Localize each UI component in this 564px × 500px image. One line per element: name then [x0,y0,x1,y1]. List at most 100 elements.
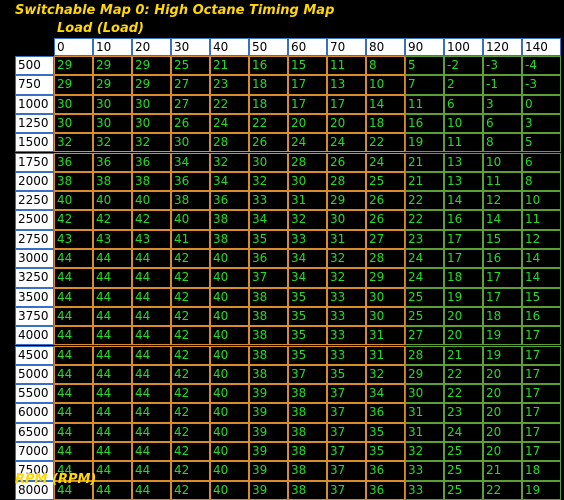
timing-cell[interactable]: 19 [483,326,522,346]
timing-cell[interactable]: 44 [54,345,93,365]
timing-cell[interactable]: 29 [54,75,93,95]
timing-cell[interactable]: 23 [405,229,444,249]
timing-cell[interactable]: 44 [132,422,171,442]
timing-cell[interactable]: 16 [249,56,288,76]
timing-cell[interactable]: 37 [327,461,366,481]
timing-cell[interactable]: 37 [327,422,366,442]
timing-cell[interactable]: 32 [132,133,171,153]
timing-cell[interactable]: 33 [288,229,327,249]
timing-cell[interactable]: 38 [210,210,249,230]
timing-cell[interactable]: 39 [249,403,288,423]
timing-cell[interactable]: 18 [366,113,405,134]
timing-cell[interactable]: 25 [444,442,483,462]
timing-cell[interactable]: 38 [54,171,93,192]
timing-cell[interactable]: 22 [210,94,249,114]
timing-cell[interactable]: 44 [132,461,171,481]
timing-cell[interactable]: 42 [171,306,210,327]
timing-cell[interactable]: 36 [366,403,405,423]
timing-cell[interactable]: 14 [522,249,561,269]
timing-cell[interactable]: 12 [483,191,522,211]
timing-cell[interactable]: 38 [288,480,327,500]
timing-cell[interactable]: 28 [366,249,405,269]
timing-cell[interactable]: 44 [132,326,171,346]
timing-cell[interactable]: 32 [405,442,444,462]
timing-cell[interactable]: 44 [54,249,93,269]
timing-cell[interactable]: 44 [93,384,132,404]
timing-cell[interactable]: 11 [483,171,522,192]
timing-cell[interactable]: 21 [444,345,483,365]
timing-cell[interactable]: 32 [54,133,93,153]
timing-cell[interactable]: 35 [288,326,327,346]
timing-cell[interactable]: 34 [171,152,210,172]
timing-cell[interactable]: 19 [405,133,444,153]
timing-cell[interactable]: 15 [522,287,561,307]
timing-cell[interactable]: 30 [288,171,327,192]
timing-cell[interactable]: 42 [93,210,132,230]
timing-cell[interactable]: 41 [171,229,210,249]
timing-cell[interactable]: 44 [93,306,132,327]
timing-cell[interactable]: 24 [327,133,366,153]
timing-cell[interactable]: 18 [249,75,288,95]
timing-cell[interactable]: 30 [132,94,171,114]
timing-cell[interactable]: 44 [132,306,171,327]
timing-cell[interactable]: 44 [54,403,93,423]
timing-cell[interactable]: 20 [483,442,522,462]
timing-cell[interactable]: 17 [288,75,327,95]
timing-cell[interactable]: 17 [522,326,561,346]
timing-cell[interactable]: 33 [327,326,366,346]
timing-cell[interactable]: 33 [249,191,288,211]
timing-cell[interactable]: 26 [171,113,210,134]
timing-cell[interactable]: 33 [327,345,366,365]
timing-cell[interactable]: 14 [366,94,405,114]
timing-cell[interactable]: 40 [132,191,171,211]
timing-cell[interactable]: 39 [249,384,288,404]
timing-cell[interactable]: 30 [132,113,171,134]
timing-cell[interactable]: 42 [132,210,171,230]
timing-cell[interactable]: 40 [210,249,249,269]
timing-cell[interactable]: 42 [171,345,210,365]
timing-cell[interactable]: 44 [93,480,132,500]
timing-cell[interactable]: 22 [405,191,444,211]
timing-cell[interactable]: 42 [171,249,210,269]
timing-cell[interactable]: 17 [522,345,561,365]
timing-cell[interactable]: 3 [483,94,522,114]
timing-cell[interactable]: 36 [54,152,93,172]
timing-cell[interactable]: 44 [93,442,132,462]
timing-cell[interactable]: 40 [210,403,249,423]
timing-cell[interactable]: 44 [54,326,93,346]
timing-cell[interactable]: 44 [54,306,93,327]
timing-cell[interactable]: 44 [93,249,132,269]
timing-cell[interactable]: 6 [522,152,561,172]
timing-cell[interactable]: 44 [93,326,132,346]
timing-cell[interactable]: 44 [93,364,132,385]
timing-cell[interactable]: 17 [444,229,483,249]
timing-cell[interactable]: 35 [249,229,288,249]
timing-cell[interactable]: 20 [483,384,522,404]
timing-cell[interactable]: 29 [327,191,366,211]
timing-cell[interactable]: 38 [288,422,327,442]
timing-cell[interactable]: 10 [483,152,522,172]
timing-cell[interactable]: 32 [327,268,366,288]
timing-cell[interactable]: 28 [405,345,444,365]
timing-cell[interactable]: 32 [288,210,327,230]
timing-cell[interactable]: 39 [249,442,288,462]
timing-cell[interactable]: 17 [522,384,561,404]
timing-cell[interactable]: 37 [249,268,288,288]
timing-cell[interactable]: 27 [366,229,405,249]
timing-cell[interactable]: 21 [405,152,444,172]
timing-cell[interactable]: 39 [249,422,288,442]
timing-cell[interactable]: 44 [93,268,132,288]
timing-cell[interactable]: 15 [483,229,522,249]
timing-cell[interactable]: 12 [522,229,561,249]
timing-cell[interactable]: 23 [210,75,249,95]
timing-cell[interactable]: 40 [210,364,249,385]
timing-cell[interactable]: 44 [132,268,171,288]
timing-cell[interactable]: -4 [522,56,561,76]
timing-cell[interactable]: 44 [132,384,171,404]
timing-cell[interactable]: 37 [327,480,366,500]
timing-cell[interactable]: 30 [366,306,405,327]
timing-cell[interactable]: 22 [483,480,522,500]
timing-cell[interactable]: 5 [522,133,561,153]
timing-cell[interactable]: 17 [522,422,561,442]
timing-cell[interactable]: 29 [93,75,132,95]
